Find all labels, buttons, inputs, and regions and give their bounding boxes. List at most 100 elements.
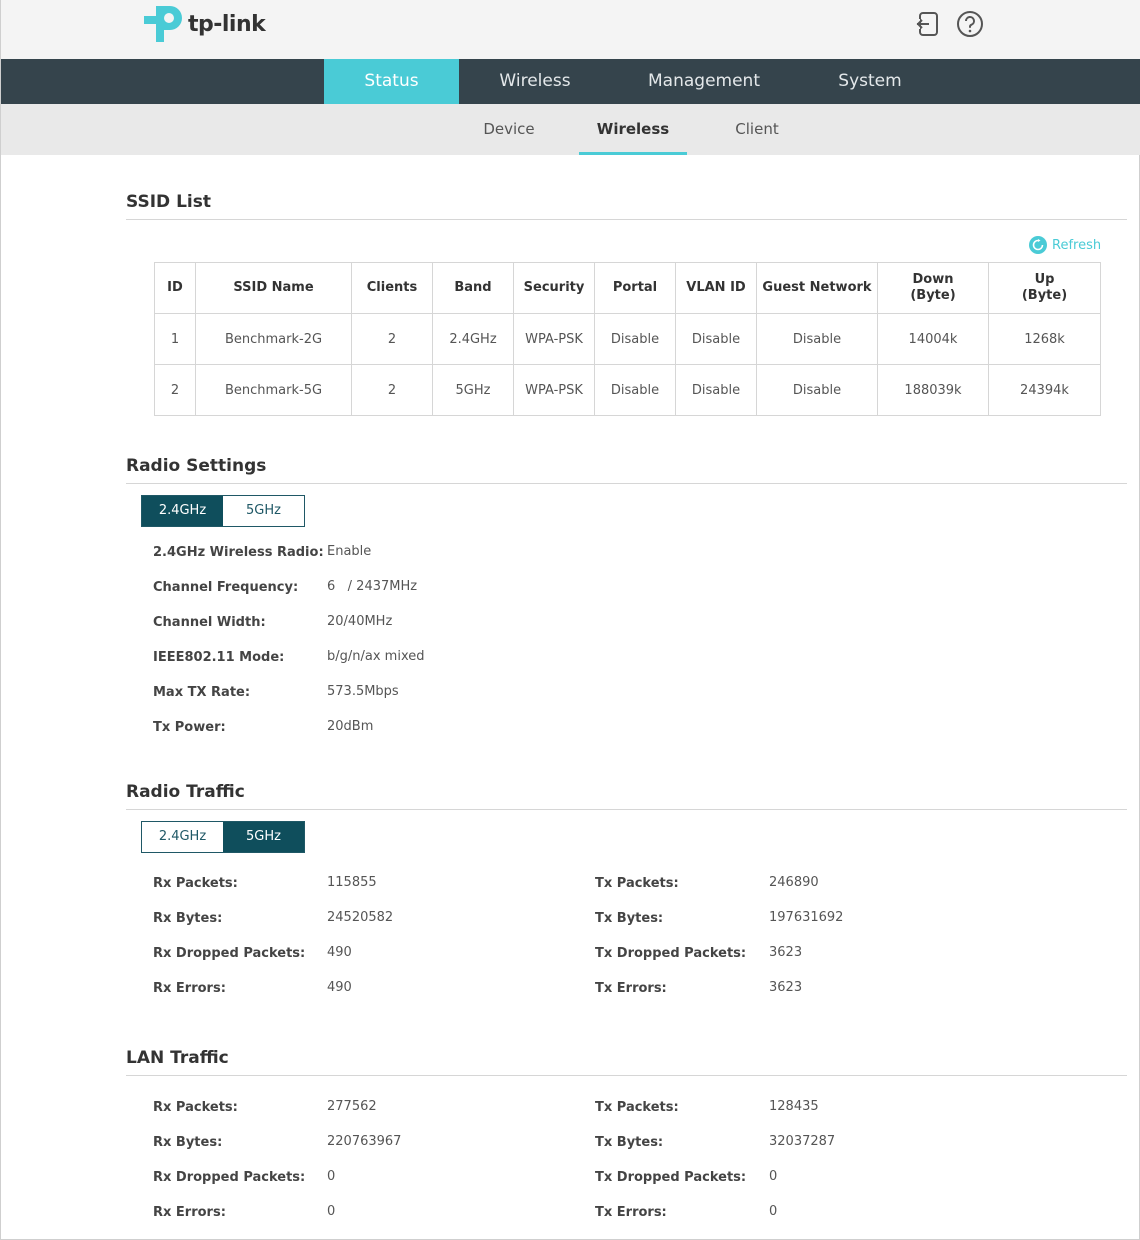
field-value: 20/40MHz — [327, 614, 393, 629]
stat-value: 3623 — [769, 980, 803, 995]
cell-security: WPA-PSK — [513, 364, 595, 416]
stat-value: 32037287 — [769, 1134, 836, 1149]
cell-ssid-name: Benchmark-5G — [195, 364, 352, 416]
stat-label: Tx Dropped Packets: — [595, 1170, 747, 1185]
cell-vlan-id: Disable — [675, 364, 757, 416]
field-value: 573.5Mbps — [327, 684, 399, 699]
col-header-id: ID — [154, 262, 196, 314]
field-label: IEEE802.11 Mode: — [153, 650, 285, 665]
stat-label: Tx Errors: — [595, 1205, 667, 1220]
stat-label: Rx Bytes: — [153, 911, 223, 926]
table-row: 2 Benchmark-5G 2 5GHz WPA-PSK Disable Di… — [154, 364, 1101, 416]
field-label: Channel Frequency: — [153, 580, 299, 595]
cell-clients: 2 — [351, 313, 433, 365]
brand-name: tp-link — [188, 11, 266, 37]
stat-label: Tx Packets: — [595, 876, 679, 891]
cell-id: 1 — [154, 313, 196, 365]
cell-guest-network: Disable — [756, 313, 878, 365]
tp-link-logo-icon — [144, 6, 182, 42]
field-value: Enable — [327, 544, 372, 559]
stat-value: 128435 — [769, 1099, 819, 1114]
header: tp-link — [1, 0, 1140, 59]
col-header-security: Security — [513, 262, 595, 314]
stat-value: 3623 — [769, 945, 803, 960]
lan-traffic-title: LAN Traffic — [126, 1048, 1127, 1076]
band-option-2-4ghz[interactable]: 2.4GHz — [142, 822, 223, 852]
cell-up: 24394k — [988, 364, 1101, 416]
radio-traffic-band-toggle: 2.4GHz 5GHz — [141, 821, 305, 853]
stat-value: 490 — [327, 945, 352, 960]
sub-nav: Device Wireless Client — [1, 104, 1140, 155]
stat-value: 24520582 — [327, 910, 394, 925]
tab-status[interactable]: Status — [324, 59, 459, 104]
col-header-portal: Portal — [594, 262, 676, 314]
band-option-2-4ghz[interactable]: 2.4GHz — [142, 496, 223, 526]
cell-guest-network: Disable — [756, 364, 878, 416]
cell-clients: 2 — [351, 364, 433, 416]
subtab-device[interactable]: Device — [469, 104, 549, 155]
stat-label: Rx Errors: — [153, 1205, 226, 1220]
stat-label: Tx Dropped Packets: — [595, 946, 747, 961]
cell-portal: Disable — [594, 313, 676, 365]
cell-up: 1268k — [988, 313, 1101, 365]
cell-id: 2 — [154, 364, 196, 416]
stat-value: 246890 — [769, 875, 819, 890]
tab-wireless[interactable]: Wireless — [471, 59, 599, 104]
field-label: 2.4GHz Wireless Radio: — [153, 545, 324, 560]
stat-label: Tx Bytes: — [595, 1135, 664, 1150]
stat-label: Rx Dropped Packets: — [153, 946, 306, 961]
band-option-5ghz[interactable]: 5GHz — [223, 822, 304, 852]
stat-label: Tx Bytes: — [595, 911, 664, 926]
cell-vlan-id: Disable — [675, 313, 757, 365]
col-header-clients: Clients — [351, 262, 433, 314]
logout-icon[interactable] — [913, 10, 941, 38]
stat-label: Rx Packets: — [153, 876, 238, 891]
tab-management[interactable]: Management — [631, 59, 777, 104]
cell-ssid-name: Benchmark-2G — [195, 313, 352, 365]
stat-label: Rx Packets: — [153, 1100, 238, 1115]
field-label: Max TX Rate: — [153, 685, 251, 700]
stat-label: Rx Dropped Packets: — [153, 1170, 306, 1185]
stat-label: Tx Errors: — [595, 981, 667, 996]
stat-value: 277562 — [327, 1099, 377, 1114]
stat-value: 0 — [327, 1204, 336, 1219]
stat-value: 0 — [769, 1169, 778, 1184]
help-icon[interactable] — [956, 10, 984, 38]
refresh-button[interactable]: Refresh — [1029, 235, 1101, 255]
cell-down: 14004k — [877, 313, 989, 365]
refresh-label: Refresh — [1052, 237, 1102, 253]
col-header-up: Up (Byte) — [988, 262, 1101, 314]
col-header-band: Band — [432, 262, 514, 314]
col-header-vlan-id: VLAN ID — [675, 262, 757, 314]
band-option-5ghz[interactable]: 5GHz — [223, 496, 304, 526]
stat-value: 115855 — [327, 875, 377, 890]
field-value: 6 / 2437MHz — [327, 579, 418, 594]
field-value: b/g/n/ax mixed — [327, 649, 425, 664]
cell-security: WPA-PSK — [513, 313, 595, 365]
col-header-ssid-name: SSID Name — [195, 262, 352, 314]
radio-traffic-title: Radio Traffic — [126, 782, 1127, 810]
radio-settings-title: Radio Settings — [126, 456, 1127, 484]
cell-band: 5GHz — [432, 364, 514, 416]
stat-label: Rx Errors: — [153, 981, 226, 996]
refresh-icon — [1029, 236, 1047, 254]
subtab-wireless[interactable]: Wireless — [579, 104, 687, 155]
field-label: Channel Width: — [153, 615, 266, 630]
stat-value: 220763967 — [327, 1134, 402, 1149]
col-header-down: Down (Byte) — [877, 262, 989, 314]
tp-link-logo[interactable]: tp-link — [140, 2, 266, 46]
field-value: 20dBm — [327, 719, 374, 734]
stat-label: Tx Packets: — [595, 1100, 679, 1115]
stat-value: 490 — [327, 980, 352, 995]
table-header-row: ID SSID Name Clients Band Security Porta… — [154, 262, 1101, 314]
col-header-guest-network: Guest Network — [756, 262, 878, 314]
main-nav: Status Wireless Management System — [1, 59, 1140, 104]
stat-value: 197631692 — [769, 910, 844, 925]
radio-settings-band-toggle: 2.4GHz 5GHz — [141, 495, 305, 527]
cell-portal: Disable — [594, 364, 676, 416]
subtab-client[interactable]: Client — [719, 104, 795, 155]
stat-label: Rx Bytes: — [153, 1135, 223, 1150]
ssid-table: ID SSID Name Clients Band Security Porta… — [154, 262, 1101, 416]
tab-system[interactable]: System — [821, 59, 919, 104]
stat-value: 0 — [327, 1169, 336, 1184]
